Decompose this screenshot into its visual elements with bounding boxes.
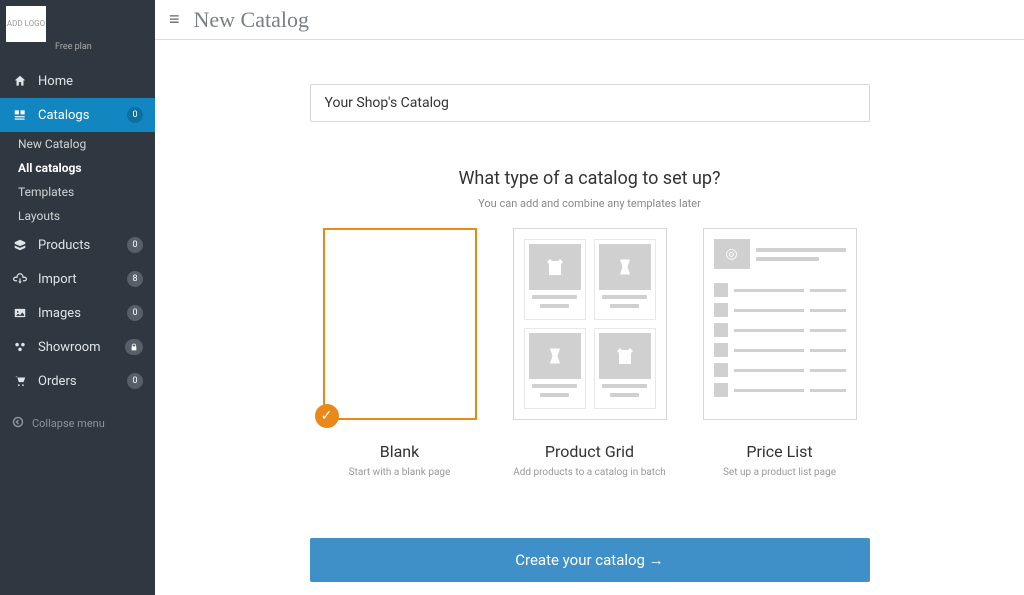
sidebar-item-label: Import bbox=[38, 272, 127, 287]
catalogs-icon bbox=[12, 107, 28, 123]
template-title: Product Grid bbox=[513, 442, 667, 461]
badge: 0 bbox=[127, 305, 143, 321]
template-preview-blank: ✓ bbox=[323, 228, 477, 420]
page-title: New Catalog bbox=[194, 7, 309, 33]
badge: 0 bbox=[127, 107, 143, 123]
badge: 8 bbox=[127, 271, 143, 287]
sidebar-sub-layouts[interactable]: Layouts bbox=[18, 204, 155, 228]
sidebar-sub-new-catalog[interactable]: New Catalog bbox=[18, 132, 155, 156]
sidebar-item-home[interactable]: Home bbox=[0, 64, 155, 98]
sidebar-item-import[interactable]: Import 8 bbox=[0, 262, 155, 296]
badge: 0 bbox=[127, 237, 143, 253]
orders-icon bbox=[12, 373, 28, 389]
sidebar-item-label: Orders bbox=[38, 374, 127, 389]
question-sub: You can add and combine any templates la… bbox=[155, 197, 1024, 210]
add-logo-box[interactable]: ADD LOGO bbox=[6, 6, 46, 42]
sidebar-item-catalogs[interactable]: Catalogs 0 bbox=[0, 98, 155, 132]
plan-label: Free plan bbox=[55, 42, 92, 52]
check-icon: ✓ bbox=[315, 404, 339, 428]
template-product-grid[interactable]: ✓ Product Grid Add products to a catalog… bbox=[513, 228, 667, 478]
sidebar-sub-templates[interactable]: Templates bbox=[18, 180, 155, 204]
showroom-icon bbox=[12, 339, 28, 355]
catalog-name-input[interactable] bbox=[310, 84, 870, 122]
template-options: ✓ Blank Start with a blank page ✓ Produc… bbox=[155, 228, 1024, 478]
sidebar-item-label: Home bbox=[38, 74, 143, 89]
main: What type of a catalog to set up? You ca… bbox=[155, 40, 1024, 595]
template-preview-price-list: ◎ ✓ bbox=[703, 228, 857, 420]
sidebar-item-showroom[interactable]: Showroom bbox=[0, 330, 155, 364]
sidebar-item-label: Catalogs bbox=[38, 108, 127, 123]
sidebar-sub-catalogs: New Catalog All catalogs Templates Layou… bbox=[0, 132, 155, 228]
collapse-label: Collapse menu bbox=[32, 417, 105, 430]
collapse-menu[interactable]: Collapse menu bbox=[0, 416, 155, 431]
home-icon bbox=[12, 73, 28, 89]
collapse-icon bbox=[12, 416, 24, 431]
template-price-list[interactable]: ◎ ✓ Price List Set up a product list pag… bbox=[703, 228, 857, 478]
template-blank[interactable]: ✓ Blank Start with a blank page bbox=[323, 228, 477, 478]
badge: 0 bbox=[127, 373, 143, 389]
template-preview-grid: ✓ bbox=[513, 228, 667, 420]
sidebar-item-orders[interactable]: Orders 0 bbox=[0, 364, 155, 398]
sidebar-item-images[interactable]: Images 0 bbox=[0, 296, 155, 330]
products-icon bbox=[12, 237, 28, 253]
template-desc: Set up a product list page bbox=[703, 467, 857, 478]
template-title: Price List bbox=[703, 442, 857, 461]
sidebar-item-label: Products bbox=[38, 238, 127, 253]
template-desc: Start with a blank page bbox=[323, 467, 477, 478]
menu-icon[interactable]: ≡ bbox=[169, 9, 180, 30]
sidebar-sub-all-catalogs[interactable]: All catalogs bbox=[18, 156, 155, 180]
sidebar-item-products[interactable]: Products 0 bbox=[0, 228, 155, 262]
import-icon bbox=[12, 271, 28, 287]
sidebar: ADD LOGO Free plan Home Catalogs 0 New C… bbox=[0, 0, 155, 595]
sidebar-item-label: Images bbox=[38, 306, 127, 321]
nav: Home Catalogs 0 New Catalog All catalogs… bbox=[0, 64, 155, 398]
question-heading: What type of a catalog to set up? bbox=[155, 168, 1024, 189]
topbar: ≡ New Catalog bbox=[155, 0, 1024, 40]
template-title: Blank bbox=[323, 442, 477, 461]
images-icon bbox=[12, 305, 28, 321]
template-desc: Add products to a catalog in batch bbox=[513, 467, 667, 478]
sidebar-item-label: Showroom bbox=[38, 340, 125, 355]
create-catalog-button[interactable]: Create your catalog → bbox=[310, 538, 870, 582]
lock-icon bbox=[125, 339, 143, 355]
